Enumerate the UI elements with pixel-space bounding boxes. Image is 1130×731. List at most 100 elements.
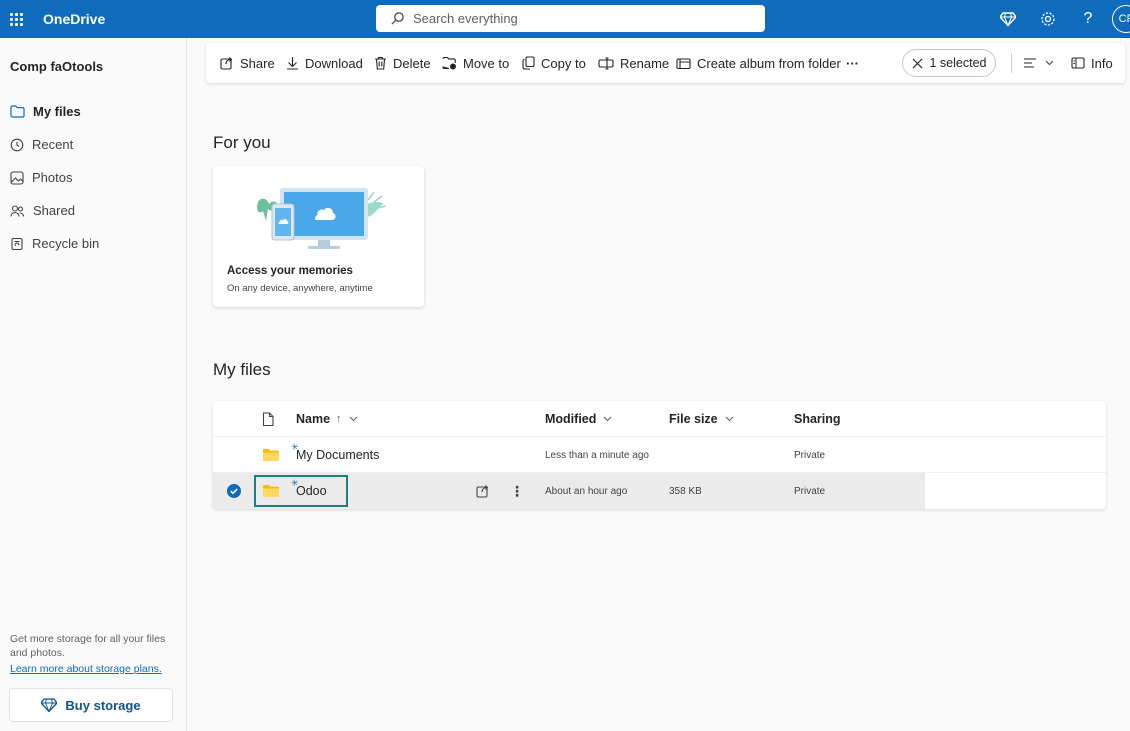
storage-promo: Get more storage for all your files and … bbox=[10, 632, 175, 676]
nav-list: My files Recent Photos Shared Recycle bi… bbox=[0, 95, 186, 260]
photo-icon bbox=[10, 170, 24, 185]
sharing-column-header[interactable]: Sharing bbox=[794, 401, 841, 437]
sidebar-item-label: Shared bbox=[33, 203, 75, 218]
info-button[interactable]: Info bbox=[1071, 43, 1113, 83]
delete-label: Delete bbox=[393, 55, 431, 71]
sidebar-item-label: My files bbox=[33, 104, 81, 119]
copy-to-label: Copy to bbox=[541, 55, 586, 71]
diamond-icon bbox=[41, 698, 58, 712]
chevron-down-icon bbox=[1045, 60, 1054, 66]
card-subtitle: On any device, anywhere, anytime bbox=[227, 283, 373, 294]
file-name-text: My Documents bbox=[296, 448, 380, 462]
devices-illustration bbox=[257, 188, 387, 249]
rename-label: Rename bbox=[620, 55, 670, 71]
avatar[interactable]: CF bbox=[1112, 5, 1130, 33]
file-type-header-icon bbox=[262, 401, 274, 437]
more-label: ··· bbox=[846, 55, 859, 71]
memories-card[interactable]: Access your memories On any device, anyw… bbox=[213, 166, 424, 307]
create-album-button[interactable]: Create album from folder bbox=[676, 43, 841, 83]
file-size-column-label: File size bbox=[669, 412, 718, 426]
highlight-annotation bbox=[254, 475, 348, 507]
storage-plans-link[interactable]: Learn more about storage plans. bbox=[10, 662, 175, 676]
more-actions-button[interactable]: ··· bbox=[846, 43, 859, 83]
chevron-down-icon bbox=[725, 416, 734, 422]
waffle-icon[interactable] bbox=[0, 0, 32, 38]
command-divider bbox=[1011, 53, 1012, 73]
file-name[interactable]: My Documents bbox=[296, 437, 379, 473]
app-title[interactable]: OneDrive bbox=[43, 11, 105, 27]
selected-count: 1 selected bbox=[929, 56, 987, 70]
view-options-button[interactable] bbox=[1023, 43, 1060, 83]
download-label: Download bbox=[305, 55, 363, 71]
table-row[interactable]: ✳ My Documents Less than a minute ago Pr… bbox=[213, 437, 1106, 473]
row-more-actions-icon[interactable]: ⋮ bbox=[510, 473, 524, 509]
delete-button[interactable]: Delete bbox=[374, 43, 431, 83]
account-name: Comp faOtools bbox=[10, 59, 104, 74]
move-to-button[interactable]: Move to bbox=[442, 43, 509, 83]
buy-storage-label: Buy storage bbox=[65, 697, 141, 713]
row-checkbox[interactable] bbox=[227, 473, 241, 509]
search-input[interactable]: Search everything bbox=[376, 5, 765, 32]
sidebar-item-label: Photos bbox=[32, 170, 73, 185]
file-size-column-header[interactable]: File size bbox=[669, 401, 734, 437]
people-icon bbox=[10, 204, 25, 217]
album-icon bbox=[676, 57, 691, 69]
download-button[interactable]: Download bbox=[286, 43, 363, 83]
sidebar-item-shared[interactable]: Shared bbox=[0, 194, 186, 227]
for-you-heading: For you bbox=[213, 133, 271, 152]
modified-cell: About an hour ago bbox=[545, 485, 628, 497]
download-icon bbox=[287, 57, 298, 70]
delete-icon bbox=[375, 56, 386, 70]
row-share-icon[interactable] bbox=[476, 473, 490, 509]
modified-cell: Less than a minute ago bbox=[545, 449, 649, 461]
sidebar-item-recent[interactable]: Recent bbox=[0, 128, 186, 161]
rename-button[interactable]: Rename bbox=[598, 43, 669, 83]
info-panel-icon bbox=[1071, 57, 1085, 69]
move-folder-icon bbox=[442, 56, 456, 70]
settings-gear-icon[interactable] bbox=[1028, 0, 1068, 38]
my-files-heading: My files bbox=[213, 360, 271, 379]
promo-text: Get more storage for all your files and … bbox=[10, 633, 166, 659]
chevron-down-icon bbox=[604, 416, 612, 422]
search-icon bbox=[391, 12, 404, 25]
modified-column-header[interactable]: Modified bbox=[545, 401, 612, 437]
file-size-cell: 358 KB bbox=[669, 485, 702, 497]
info-label: Info bbox=[1091, 55, 1113, 71]
folder-icon bbox=[263, 437, 279, 473]
rename-icon bbox=[598, 56, 614, 70]
chevron-down-icon bbox=[349, 416, 357, 422]
clock-icon bbox=[10, 138, 24, 151]
checkmark-circle-icon bbox=[227, 484, 241, 498]
copy-to-button[interactable]: Copy to bbox=[522, 43, 586, 83]
sharing-cell: Private bbox=[794, 485, 826, 497]
share-label: Share bbox=[240, 55, 275, 71]
sidebar-item-my-files[interactable]: My files bbox=[0, 95, 186, 128]
sharing-cell: Private bbox=[794, 449, 826, 461]
sharing-column-label: Sharing bbox=[794, 412, 841, 426]
command-bar: Share Download Delete Move to Copy to Re… bbox=[206, 43, 1125, 83]
sidebar-item-photos[interactable]: Photos bbox=[0, 161, 186, 194]
file-list-header: Name ↑ Modified File size Sharing bbox=[213, 401, 1106, 437]
sidebar-item-label: Recycle bin bbox=[32, 236, 100, 251]
search-placeholder: Search everything bbox=[413, 11, 518, 26]
create-album-label: Create album from folder bbox=[697, 55, 841, 71]
view-list-icon bbox=[1024, 58, 1036, 68]
help-icon[interactable]: ? bbox=[1068, 0, 1108, 38]
folder-icon bbox=[10, 105, 25, 118]
clear-selection-button[interactable]: 1 selected bbox=[902, 49, 996, 77]
copy-icon bbox=[522, 56, 535, 70]
premium-diamond-icon[interactable] bbox=[988, 0, 1028, 38]
buy-storage-button[interactable]: Buy storage bbox=[9, 688, 173, 722]
name-column-label: Name bbox=[296, 412, 331, 426]
top-bar: OneDrive Search everything ? CF bbox=[0, 0, 1130, 38]
move-to-label: Move to bbox=[463, 55, 510, 71]
sort-arrow: ↑ bbox=[336, 413, 342, 425]
card-title: Access your memories bbox=[227, 265, 353, 277]
share-button[interactable]: Share bbox=[220, 43, 275, 83]
sidebar-item-label: Recent bbox=[32, 137, 74, 152]
sidebar: Comp faOtools My files Recent Photos Sha… bbox=[0, 38, 187, 731]
close-icon bbox=[912, 58, 922, 68]
modified-column-label: Modified bbox=[545, 412, 597, 426]
sidebar-item-recycle-bin[interactable]: Recycle bin bbox=[0, 227, 186, 260]
name-column-header[interactable]: Name ↑ bbox=[296, 401, 358, 437]
